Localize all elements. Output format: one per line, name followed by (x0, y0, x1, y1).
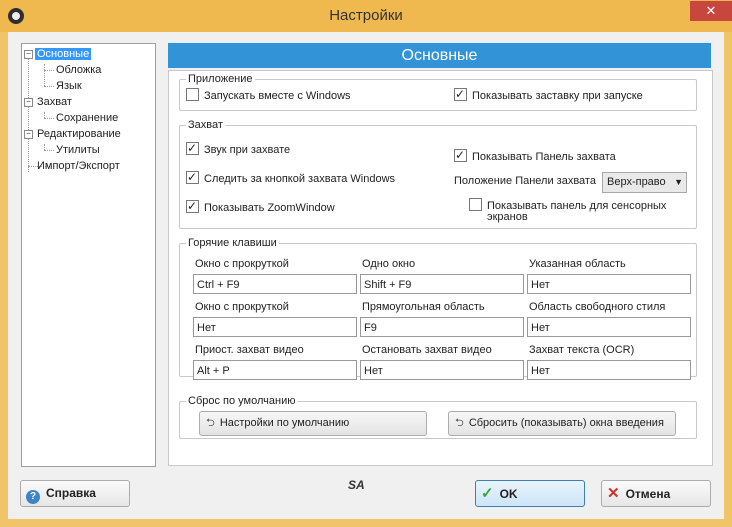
expand-toggle-capture[interactable]: − (24, 98, 33, 107)
tree-item-import-export[interactable]: Импорт/Экспорт (37, 159, 120, 173)
hotkeys-group-legend: Горячие клавиши (188, 237, 277, 249)
reset-intro-windows-button[interactable]: ⮌ Сбросить (показывать) окна введения (448, 411, 676, 436)
window-title: Настройки (329, 7, 403, 24)
hotkey-field-freehand[interactable]: Нет (527, 317, 691, 337)
checkbox-box[interactable] (454, 86, 467, 102)
undo-icon: ⮌ (455, 417, 464, 429)
close-icon: ✕ (705, 3, 717, 18)
hotkey-label-rectangle: Прямоугольная область (362, 301, 485, 313)
hotkey-field-rectangle[interactable]: F9 (360, 317, 524, 337)
signature-mark: SA (348, 478, 365, 492)
hotkey-field-stop-video[interactable]: Нет (360, 360, 524, 380)
hotkey-label-scroll-window: Окно с прокруткой (195, 258, 289, 270)
expand-toggle-main[interactable]: − (24, 50, 33, 59)
close-button[interactable]: ✕ (690, 1, 732, 21)
application-group-legend: Приложение (188, 73, 253, 85)
checkbox-box[interactable] (454, 147, 467, 163)
hotkey-label-pause-video: Приост. захват видео (195, 344, 304, 356)
tree-item-capture[interactable]: Захват (37, 95, 72, 109)
undo-icon: ⮌ (206, 417, 215, 429)
hotkey-label-single-window: Одно окно (362, 258, 416, 270)
panel-position-select[interactable]: Верх-право ▼ (602, 172, 687, 193)
hotkey-label-ocr: Захват текста (OCR) (529, 344, 635, 356)
settings-panel: Приложение Запускать вместе с Windows По… (168, 70, 713, 466)
start-with-windows-checkbox[interactable]: Запускать вместе с Windows (186, 88, 351, 104)
checkbox-box[interactable] (186, 140, 199, 156)
restore-defaults-button[interactable]: ⮌ Настройки по умолчанию (199, 411, 427, 436)
expand-toggle-editing[interactable]: − (24, 130, 33, 139)
cancel-x-icon: ✕ (607, 485, 620, 502)
tree-item-skin[interactable]: Обложка (56, 63, 101, 77)
show-splash-checkbox[interactable]: Показывать заставку при запуске (454, 86, 643, 104)
show-zoomwindow-checkbox[interactable]: Показывать ZoomWindow (186, 198, 335, 216)
hotkey-field-region[interactable]: Нет (527, 274, 691, 294)
checkmark-icon: ✓ (481, 485, 494, 502)
help-icon: ? (26, 490, 40, 504)
hotkey-label-freehand: Область свободного стиля (529, 301, 666, 313)
checkbox-box[interactable] (186, 169, 199, 185)
tree-item-saving[interactable]: Сохранение (56, 111, 118, 125)
title-bar: Настройки ✕ (0, 0, 732, 32)
client-area: − − − Основные Обложка Язык Захват Сохра… (8, 32, 724, 519)
hotkey-field-scroll-window-2[interactable]: Нет (193, 317, 357, 337)
hotkey-field-scroll-window[interactable]: Ctrl + F9 (193, 274, 357, 294)
hotkey-field-single-window[interactable]: Shift + F9 (360, 274, 524, 294)
tree-item-editing[interactable]: Редактирование (37, 127, 121, 141)
tree-item-language[interactable]: Язык (56, 79, 82, 93)
hotkey-field-ocr[interactable]: Нет (527, 360, 691, 380)
hotkey-field-pause-video[interactable]: Alt + P (193, 360, 357, 380)
ok-button[interactable]: ✓ OK (475, 480, 585, 507)
checkbox-box[interactable] (186, 198, 199, 214)
reset-group-legend: Сброс по умолчанию (188, 395, 296, 407)
section-header: Основные (168, 43, 711, 68)
checkbox-box[interactable] (186, 88, 199, 101)
checkbox-box[interactable] (469, 198, 482, 211)
capture-group-legend: Захват (188, 119, 223, 131)
help-button[interactable]: ? Справка (20, 480, 130, 507)
tree-item-utilities[interactable]: Утилиты (56, 143, 100, 157)
touch-panel-label-line2: экранов (487, 211, 528, 223)
hotkey-label-scroll-window-2: Окно с прокруткой (195, 301, 289, 313)
settings-tree: − − − Основные Обложка Язык Захват Сохра… (21, 43, 156, 467)
show-capture-panel-checkbox[interactable]: Показывать Панель захвата (454, 147, 616, 165)
settings-window: Настройки ✕ − − − Основные Обложка Язык … (0, 0, 732, 527)
tree-item-main[interactable]: Основные (35, 47, 92, 61)
chevron-down-icon: ▼ (674, 177, 683, 187)
panel-position-label: Положение Панели захвата (454, 175, 596, 187)
follow-capture-button-checkbox[interactable]: Следить за кнопкой захвата Windows (186, 169, 395, 187)
capture-sound-checkbox[interactable]: Звук при захвате (186, 140, 290, 158)
hotkey-label-region: Указанная область (529, 258, 626, 270)
hotkey-label-stop-video: Остановать захват видео (362, 344, 492, 356)
cancel-button[interactable]: ✕ Отмена (601, 480, 711, 507)
